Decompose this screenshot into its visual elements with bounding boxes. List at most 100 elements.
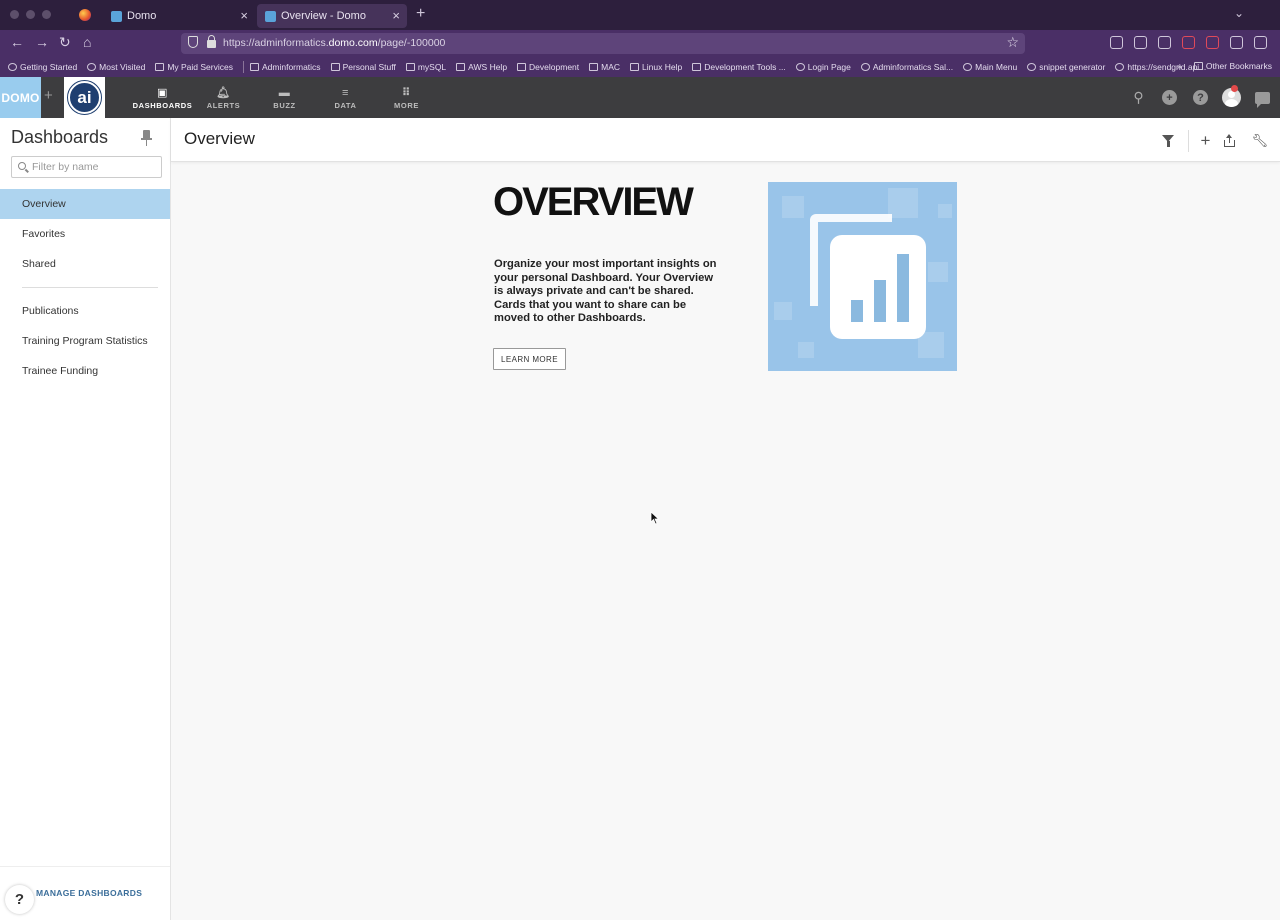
extensions-icon[interactable] [1230,36,1243,49]
add-card-icon[interactable]: + [1201,132,1211,149]
search-icon[interactable]: ⚲ [1129,88,1148,107]
pin-icon[interactable] [141,130,152,146]
manage-dashboards-link[interactable]: MANAGE DASHBOARDS [36,888,142,898]
home-icon[interactable]: ⌂ [83,34,91,50]
bookmark-folder[interactable]: MAC [589,62,620,72]
nav-data[interactable]: ≡ DATA [315,77,376,118]
forward-icon[interactable]: → [35,34,49,50]
url-text[interactable]: https://adminformatics.domo.com/page/-10… [223,37,445,49]
share-icon[interactable] [1224,134,1236,147]
plus-separator: + [44,87,53,104]
nav-label: ALERTS [206,100,241,110]
page-title: Overview [184,129,255,148]
overview-illustration [768,182,957,371]
reload-icon[interactable]: ↻ [59,34,71,51]
bookmark-item[interactable]: Login Page [795,62,851,72]
sidebar-item-trainee-funding[interactable]: Trainee Funding [0,356,170,386]
close-tab-icon[interactable]: × [240,8,248,23]
tracking-protection-icon[interactable] [188,36,198,48]
domo-favicon-icon [111,10,122,22]
partner-logo[interactable]: ai [64,77,105,118]
filter-input[interactable] [32,159,158,175]
library-icon[interactable] [1134,36,1147,49]
database-icon: ≡ [341,86,350,99]
dashboards-sidebar: Dashboards Overview Favorites Shared Pub… [0,118,171,920]
bookmark-item[interactable]: snippet generator [1027,62,1105,72]
wrench-icon[interactable]: 🔧︎ [1251,133,1268,149]
bookmark-folder[interactable]: AWS Help [456,62,507,72]
firefox-icon [79,9,91,21]
tab-list-chevron-icon[interactable]: ⌄ [1234,6,1244,20]
filter-icon[interactable] [1161,135,1175,147]
sidebar-item-favorites[interactable]: Favorites [0,219,170,249]
bookmark-folder[interactable]: mySQL [405,62,446,72]
dashboard-list: Overview Favorites Shared Publications T… [0,189,170,386]
nav-more[interactable]: ⠿ MORE [376,77,437,118]
menu-icon[interactable] [1254,36,1267,49]
new-tab-icon[interactable]: + [416,5,425,23]
nav-label: MORE [394,100,419,110]
sidebar-title: Dashboards [11,127,109,147]
extension-icon[interactable] [1206,36,1219,49]
browser-toolbar: ← → ↻ ⌂ https://adminformatics.domo.com/… [0,30,1280,57]
add-circle-icon[interactable]: + [1160,88,1179,107]
page-header: Overview + 🔧︎ [171,118,1280,162]
overview-description: Organize your most important insights on… [494,258,717,325]
tab-title: Domo [127,10,157,22]
search-icon [18,162,26,170]
browser-extensions [1110,36,1267,49]
more-bookmarks-chevron-icon[interactable]: » [1177,61,1182,71]
address-bar[interactable]: https://adminformatics.domo.com/page/-10… [181,33,1025,54]
overview-heading: OVERVIEW [493,180,694,224]
nav-buzz[interactable]: ▬ BUZZ [254,77,315,118]
bookmark-folder[interactable]: Personal Stuff [330,62,396,72]
sidebar-divider [22,287,158,288]
filter-field[interactable] [11,156,162,178]
main-navigation: ▣ DASHBOARDS 🔔︎ ALERTS ▬ BUZZ ≡ DATA ⠿ M… [132,77,437,118]
domo-logo[interactable]: DOMO [0,77,41,118]
sidebar-footer: ? MANAGE DASHBOARDS [0,866,170,920]
window-controls[interactable] [10,10,51,19]
learn-more-button[interactable]: LEARN MORE [493,348,566,370]
bookmark-star-icon[interactable]: ☆ [1006,34,1019,51]
browser-tab-overview[interactable]: Overview - Domo × [257,4,407,28]
sidebar-item-publications[interactable]: Publications [0,296,170,326]
bookmark-item[interactable]: Most Visited [87,62,145,72]
header-actions: ⚲ + ? [1129,77,1272,118]
help-button[interactable]: ? [5,885,34,914]
bookmark-item[interactable]: Getting Started [8,62,77,72]
toolbar-divider [1187,130,1189,152]
notification-badge [1231,85,1238,92]
bookmark-folder[interactable]: My Paid Services [155,62,233,72]
nav-label: DASHBOARDS [132,100,193,110]
other-bookmarks-folder[interactable]: Other Bookmarks [1193,61,1272,71]
back-icon[interactable]: ← [10,34,24,50]
bookmark-item[interactable]: Main Menu [963,62,1017,72]
help-circle-icon[interactable]: ? [1191,88,1210,107]
close-tab-icon[interactable]: × [392,8,400,23]
sync-icon[interactable] [1158,36,1171,49]
sidebar-item-shared[interactable]: Shared [0,249,170,279]
lock-icon[interactable] [207,35,216,48]
extension-icon[interactable] [1182,36,1195,49]
browser-tab-domo[interactable]: Domo × [103,4,255,28]
nav-dashboards[interactable]: ▣ DASHBOARDS [132,77,193,118]
dashboards-icon: ▣ [157,86,168,99]
bookmark-folder[interactable]: Development [517,62,579,72]
sidebar-item-overview[interactable]: Overview [0,189,170,219]
bookmarks-bar: Getting Started Most Visited My Paid Ser… [0,57,1280,77]
bookmark-item[interactable]: Adminformatics Sal... [860,62,953,72]
messages-icon[interactable] [1253,88,1272,108]
ai-logo: ai [67,80,102,115]
bookmark-folder[interactable]: Adminformatics [249,62,321,72]
sidebar-item-training-program-statistics[interactable]: Training Program Statistics [0,326,170,356]
pocket-icon[interactable] [1110,36,1123,49]
nav-label: BUZZ [273,100,296,110]
nav-alerts[interactable]: 🔔︎ ALERTS [193,77,254,118]
tab-title: Overview - Domo [281,10,366,22]
bookmark-folder[interactable]: Linux Help [630,62,682,72]
grid-icon: ⠿ [401,86,412,99]
bell-icon: 🔔︎ [216,86,231,99]
domo-app-header: DOMO + ai ▣ DASHBOARDS 🔔︎ ALERTS ▬ BUZZ … [0,77,1280,118]
bookmark-folder[interactable]: Development Tools ... [692,62,786,72]
